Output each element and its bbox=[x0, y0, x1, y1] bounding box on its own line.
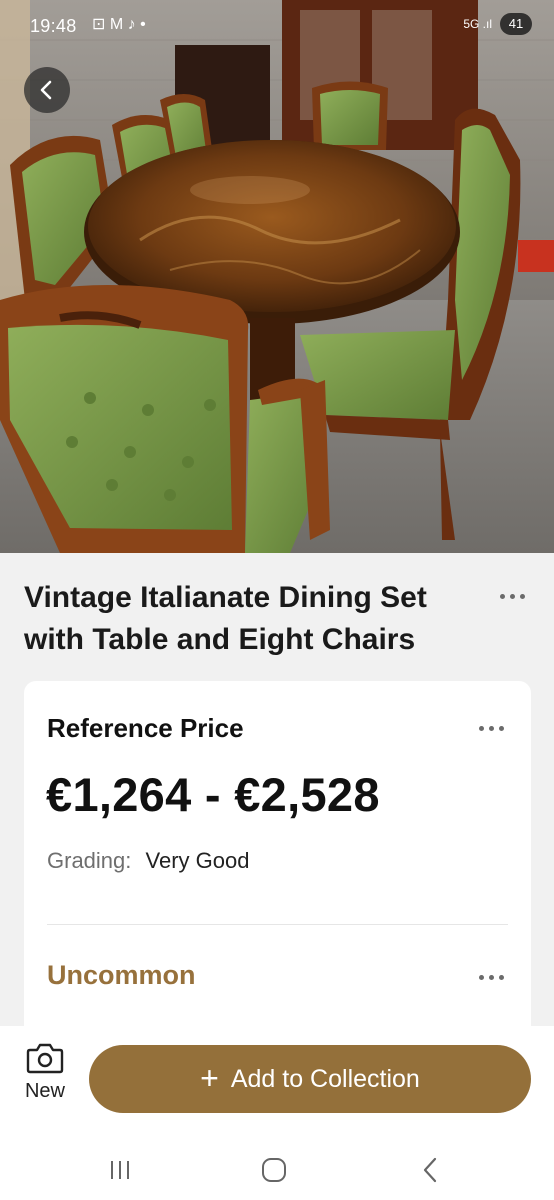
system-back-button[interactable] bbox=[400, 1148, 460, 1192]
back-button[interactable] bbox=[24, 67, 70, 113]
more-icon-dot bbox=[488, 725, 494, 731]
system-nav-bar bbox=[0, 1140, 554, 1200]
back-arrow-icon bbox=[40, 80, 52, 100]
new-label: New bbox=[24, 1080, 65, 1102]
plus-icon: + bbox=[200, 1059, 219, 1096]
home-button[interactable] bbox=[244, 1148, 304, 1192]
more-icon bbox=[478, 974, 484, 980]
grading-label: Grading: bbox=[47, 848, 132, 873]
reference-price-heading: Reference Price bbox=[47, 713, 244, 743]
price-range: €1,264 - €2,528 bbox=[46, 768, 380, 821]
grading-value: Very Good bbox=[145, 848, 250, 873]
rarity-label: Uncommon bbox=[47, 960, 196, 990]
more-icon-dot bbox=[488, 974, 494, 980]
action-bar: New + Add to Collection bbox=[0, 1026, 554, 1140]
camera-icon bbox=[26, 1043, 64, 1074]
grading-row: Grading: Very Good bbox=[47, 848, 249, 874]
more-icon-dot bbox=[498, 974, 504, 980]
new-scan-button[interactable]: New bbox=[18, 1042, 72, 1122]
item-title: Vintage Italianate Dining Set with Table… bbox=[24, 581, 427, 656]
add-to-collection-label: Add to Collection bbox=[230, 1064, 420, 1093]
divider bbox=[47, 924, 508, 925]
more-icon-dot bbox=[498, 725, 504, 731]
status-bar: 19:48 ⊡ M ♪ • 5G .ıl 41 bbox=[0, 0, 554, 54]
more-icon bbox=[478, 725, 484, 731]
status-time: 19:48 bbox=[30, 16, 77, 36]
title-section: Vintage Italianate Dining Set with Table… bbox=[0, 553, 554, 681]
add-to-collection-button[interactable]: + Add to Collection bbox=[89, 1045, 531, 1113]
more-icon-dot bbox=[509, 593, 515, 599]
status-indicators: 5G .ıl 41 bbox=[463, 13, 532, 35]
back-icon bbox=[423, 1157, 437, 1183]
battery-icon: 41 bbox=[500, 13, 532, 35]
recent-apps-icon bbox=[111, 1161, 129, 1179]
status-app-icons: ⊡ M ♪ • bbox=[92, 16, 146, 33]
title-more-button[interactable] bbox=[494, 584, 530, 608]
price-more-button[interactable] bbox=[473, 716, 509, 740]
rarity-more-button[interactable] bbox=[473, 965, 509, 989]
home-icon bbox=[262, 1158, 286, 1182]
item-photo: 19:48 ⊡ M ♪ • 5G .ıl 41 bbox=[0, 0, 554, 553]
more-icon-dot bbox=[519, 593, 525, 599]
dining-set-photo bbox=[0, 0, 554, 553]
more-icon bbox=[499, 593, 505, 599]
recent-apps-button[interactable] bbox=[90, 1148, 150, 1192]
network-signal-icon: 5G .ıl bbox=[463, 17, 492, 31]
